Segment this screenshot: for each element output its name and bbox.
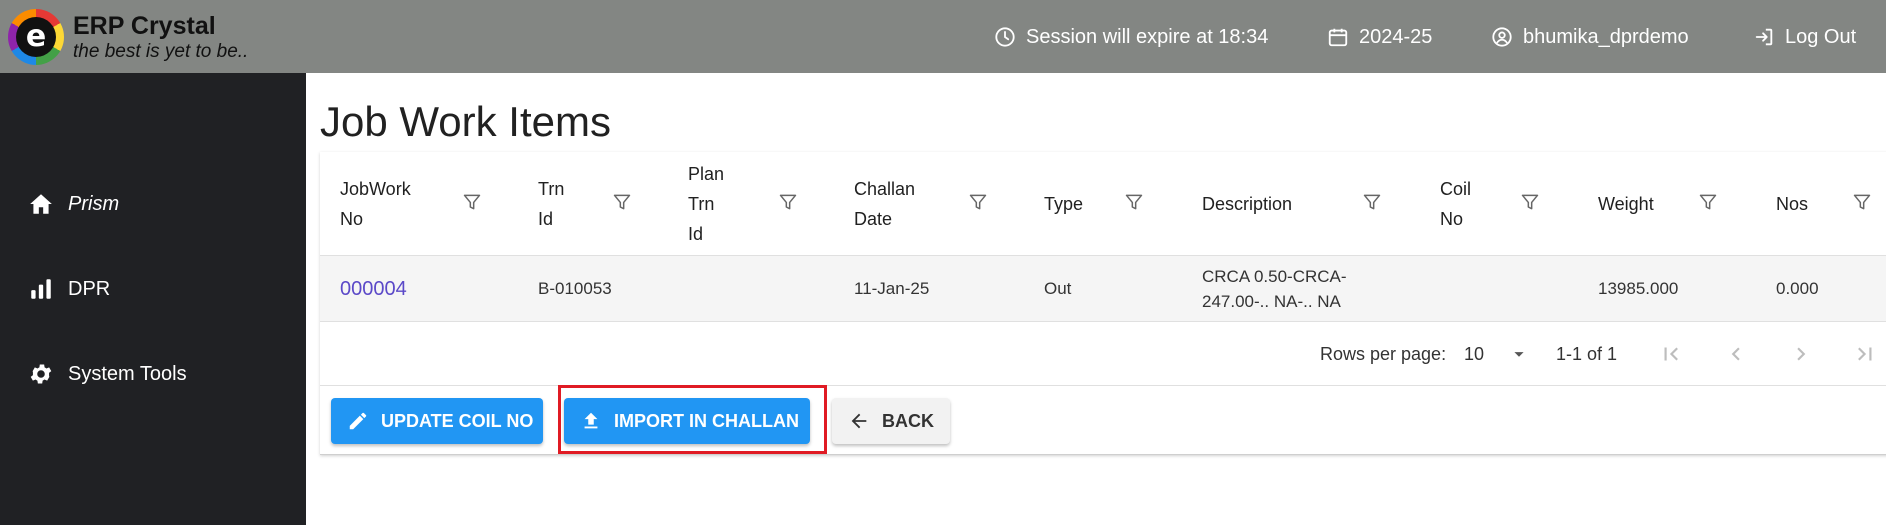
cell-nos: 0.000 [1776,279,1819,298]
column-header-trn-id[interactable]: Trn Id [538,152,564,256]
dropdown-arrow-icon [1514,352,1524,357]
column-header-label: Coil No [1440,179,1472,229]
column-header-plan-trn-id[interactable]: Plan Trn Id [688,152,724,256]
table-header: JobWork No Trn Id Plan Trn Id Challan Da… [320,152,1886,256]
sidebar-item-system-tools[interactable]: System Tools [28,357,187,391]
filter-icon[interactable] [1362,192,1382,212]
clock-icon [995,27,1015,47]
sidebar: Prism DPR System Tools [0,73,306,525]
column-header-label: Nos [1776,194,1809,214]
column-header-type[interactable]: Type [1044,152,1083,256]
job-work-table-card: JobWork No Trn Id Plan Trn Id Challan Da… [320,152,1886,455]
column-header-label: JobWork No [340,179,411,229]
column-header-jobwork-no[interactable]: JobWork No [340,152,411,256]
jobwork-no-link[interactable]: 000004 [340,256,407,322]
table-pagination: Rows per page: 10 1-1 of 1 [320,322,1886,386]
column-header-nos[interactable]: Nos [1776,152,1808,256]
session-text: Session will expire at 18:34 [1026,25,1269,48]
rows-per-page-value: 10 [1464,343,1485,364]
filter-icon[interactable] [462,192,482,212]
back-button[interactable]: BACK [832,398,950,444]
column-header-description[interactable]: Description [1202,152,1292,256]
logout-icon [1755,28,1773,46]
column-header-label: Weight [1598,194,1654,214]
first-page-icon[interactable] [1658,341,1684,367]
column-header-challan-date[interactable]: Challan Date [854,152,915,256]
column-header-label: Trn Id [538,179,565,229]
column-header-coil-no[interactable]: Coil No [1440,152,1471,256]
sidebar-item-label: DPR [68,277,111,300]
session-expiry: Session will expire at 18:34 [994,24,1268,50]
column-header-label: Challan Date [854,179,916,229]
financial-year[interactable]: 2024-25 [1327,24,1432,50]
sidebar-item-dpr[interactable]: DPR [28,272,110,306]
brand-name: ERP Crystal [73,12,216,40]
filter-icon[interactable] [1124,192,1144,212]
table-row[interactable]: 000004 B-010053 11-Jan-25 Out CRCA 0.50-… [320,256,1886,322]
page-title: Job Work Items [320,98,611,145]
update-coil-no-label: UPDATE COIL NO [381,410,534,431]
last-page-icon[interactable] [1852,341,1878,367]
app-header: e ERP Crystal the best is yet to be.. Se… [0,0,1886,73]
bar-chart-icon [31,279,51,299]
cell-weight: 13985.000 [1598,279,1679,298]
filter-icon[interactable] [612,192,632,212]
home-icon [30,194,52,214]
cell-challan-date: 11-Jan-25 [854,279,930,298]
calendar-icon [1328,28,1348,47]
username: bhumika_dprdemo [1523,25,1689,48]
filter-icon[interactable] [1520,192,1540,212]
update-coil-no-button[interactable]: UPDATE COIL NO [331,398,543,444]
next-page-icon[interactable] [1788,341,1814,367]
sidebar-item-label: Prism [68,192,120,215]
back-label: BACK [882,410,934,431]
column-header-label: Type [1044,194,1084,214]
highlight-box [558,385,827,454]
brand-tagline: the best is yet to be.. [73,41,249,62]
filter-icon[interactable] [778,192,798,212]
gear-icon [30,364,52,384]
filter-icon[interactable] [1852,192,1872,212]
user-menu[interactable]: bhumika_dprdemo [1491,24,1689,50]
logout-label: Log Out [1785,25,1857,48]
column-header-weight[interactable]: Weight [1598,152,1654,256]
logout-button[interactable]: Log Out [1753,24,1856,50]
erp-crystal-logo: e [8,9,64,65]
pagination-range: 1-1 of 1 [1556,343,1618,364]
column-header-label: Plan Trn Id [688,164,725,244]
sidebar-item-prism[interactable]: Prism [28,187,119,221]
sidebar-item-label: System Tools [68,362,187,385]
pencil-icon [349,412,367,430]
column-header-label: Description [1202,194,1293,214]
rows-per-page-select[interactable]: 10 [1464,322,1536,386]
cell-type: Out [1044,279,1072,298]
user-circle-icon [1492,27,1512,47]
cell-description: CRCA 0.50-CRCA- 247.00-.. NA-.. NA [1202,267,1347,311]
arrow-left-icon [851,413,867,429]
rows-per-page-label: Rows per page: [1320,343,1447,364]
previous-page-icon[interactable] [1723,341,1749,367]
financial-year-text: 2024-25 [1359,25,1433,48]
filter-icon[interactable] [968,192,988,212]
cell-trn-id: B-010053 [538,279,612,298]
filter-icon[interactable] [1698,192,1718,212]
